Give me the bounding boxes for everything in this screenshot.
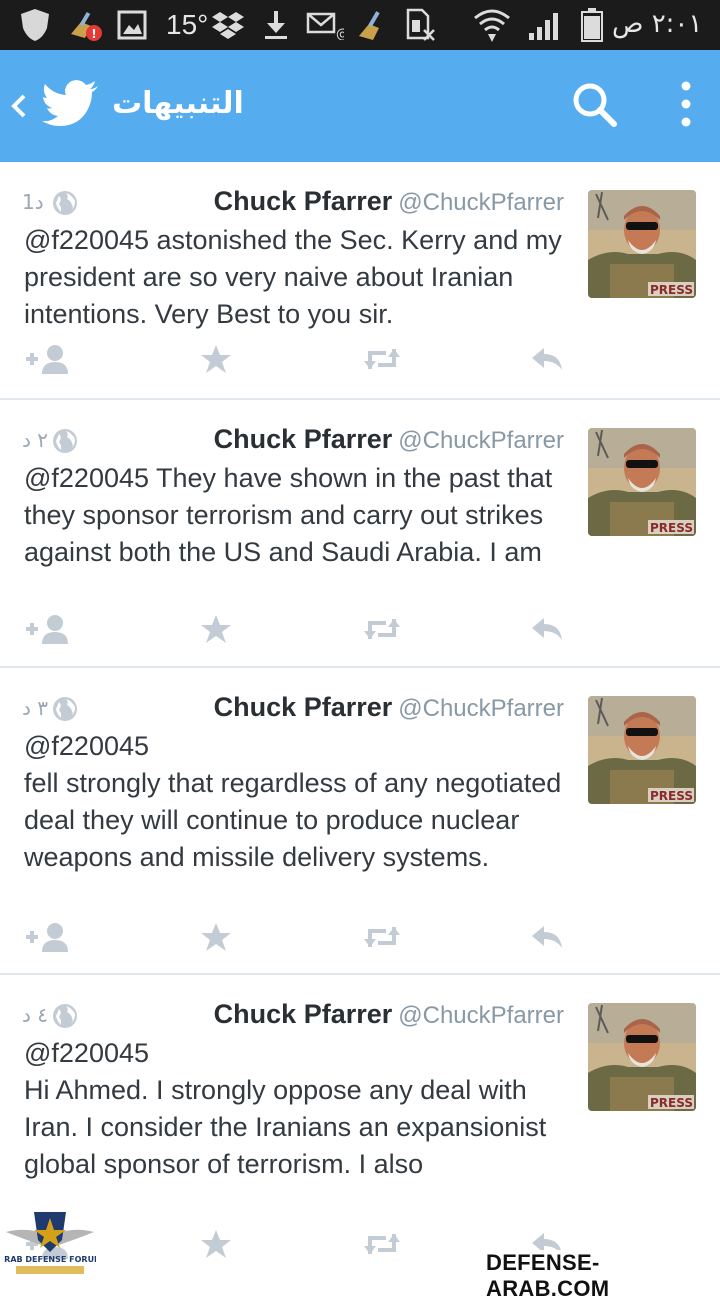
- reply-icon[interactable]: [530, 920, 564, 954]
- tweet-author[interactable]: Chuck Pfarrer @ChuckPfarrer: [214, 999, 564, 1030]
- tweet-item[interactable]: ٢ د Chuck Pfarrer @ChuckPfarrer @f220045 …: [0, 400, 720, 668]
- app-bar: التنبيهات: [0, 50, 720, 162]
- page-title: التنبيهات: [112, 86, 244, 121]
- tweet-text: @f220045 They have shown in the past tha…: [24, 463, 553, 567]
- favorite-star-icon[interactable]: [200, 342, 232, 376]
- chevron-left-icon[interactable]: [6, 88, 32, 124]
- tweet-author[interactable]: Chuck Pfarrer @ChuckPfarrer: [214, 424, 564, 455]
- tweet-timestamp: 1د: [22, 190, 44, 214]
- svg-text:PRESS: PRESS: [650, 1096, 693, 1110]
- retweet-icon[interactable]: [362, 342, 402, 376]
- tweet-item[interactable]: 1د Chuck Pfarrer @ChuckPfarrer @f220045 a…: [0, 162, 720, 400]
- globe-icon: [52, 190, 78, 216]
- follow-icon[interactable]: [24, 342, 70, 376]
- avatar[interactable]: PRESS: [588, 696, 696, 804]
- globe-icon: [52, 696, 78, 722]
- tweet-timestamp: ٢ د: [22, 428, 49, 452]
- favorite-star-icon[interactable]: [200, 920, 232, 954]
- retweet-icon[interactable]: [362, 920, 402, 954]
- battery-icon: [578, 8, 606, 42]
- tweet-text: @f220045 Hi Ahmed. I strongly oppose any…: [24, 1038, 547, 1179]
- author-handle[interactable]: @ChuckPfarrer: [398, 695, 564, 722]
- gallery-icon: [116, 8, 148, 42]
- dropbox-icon: [210, 8, 246, 42]
- tweet-author[interactable]: Chuck Pfarrer @ChuckPfarrer: [214, 186, 564, 217]
- avatar[interactable]: PRESS: [588, 428, 696, 536]
- favorite-star-icon[interactable]: [200, 612, 232, 646]
- search-icon[interactable]: [572, 82, 620, 130]
- svg-text:PRESS: PRESS: [650, 283, 693, 297]
- overflow-menu-icon[interactable]: [670, 80, 702, 130]
- clean-master-alert-icon: !: [66, 8, 104, 42]
- wifi-icon: [472, 8, 512, 42]
- author-name[interactable]: Chuck Pfarrer: [214, 999, 393, 1029]
- author-handle[interactable]: @ChuckPfarrer: [398, 1002, 564, 1029]
- tweet-text: @f220045 fell strongly that regardless o…: [24, 731, 562, 872]
- svg-text:PRESS: PRESS: [650, 521, 693, 535]
- tweet-timestamp: ٤ د: [22, 1003, 49, 1027]
- avatar[interactable]: PRESS: [588, 1003, 696, 1111]
- author-handle[interactable]: @ChuckPfarrer: [398, 427, 564, 454]
- globe-icon: [52, 428, 78, 454]
- tweet-item[interactable]: ٤ د Chuck Pfarrer @ChuckPfarrer @f220045 …: [0, 975, 720, 1280]
- favorite-star-icon[interactable]: [200, 1227, 232, 1261]
- temperature-indicator: 15°: [166, 9, 209, 40]
- tweet-actions: [0, 920, 720, 956]
- sim-missing-icon: [404, 8, 438, 42]
- svg-text:!: !: [91, 27, 96, 41]
- author-name[interactable]: Chuck Pfarrer: [214, 692, 393, 722]
- svg-text:@: @: [336, 27, 344, 40]
- follow-icon[interactable]: [24, 612, 70, 646]
- watermark-text: DEFENSE-ARAB.COM: [484, 1250, 720, 1302]
- tweet-actions: [0, 612, 720, 648]
- follow-icon[interactable]: [24, 920, 70, 954]
- avatar[interactable]: PRESS: [588, 190, 696, 298]
- svg-text:ARAB DEFENSE FORUM: ARAB DEFENSE FORUM: [4, 1255, 96, 1264]
- download-icon: [262, 8, 290, 42]
- clean-master-icon: [354, 8, 390, 42]
- shield-icon: [18, 8, 52, 42]
- globe-icon: [52, 1003, 78, 1029]
- reply-icon[interactable]: [530, 342, 564, 376]
- retweet-icon[interactable]: [362, 612, 402, 646]
- author-name[interactable]: Chuck Pfarrer: [214, 424, 393, 454]
- email-icon: @: [306, 8, 344, 42]
- reply-icon[interactable]: [530, 612, 564, 646]
- svg-text:PRESS: PRESS: [650, 789, 693, 803]
- tweet-text: @f220045 astonished the Sec. Kerry and m…: [24, 225, 562, 329]
- retweet-icon[interactable]: [362, 1227, 402, 1261]
- tweet-actions: [0, 342, 720, 378]
- status-bar: ! 15° @ ٢:٠١ ص: [0, 0, 720, 50]
- tweet-item[interactable]: ٣ د Chuck Pfarrer @ChuckPfarrer @f220045 …: [0, 668, 720, 975]
- author-handle[interactable]: @ChuckPfarrer: [398, 189, 564, 216]
- clock: ٢:٠١ ص: [612, 9, 703, 39]
- arab-defense-forum-logo: ARAB DEFENSE FORUM: [0, 1206, 102, 1278]
- author-name[interactable]: Chuck Pfarrer: [214, 186, 393, 216]
- signal-icon: [526, 8, 564, 42]
- tweet-timestamp: ٣ د: [22, 696, 49, 720]
- twitter-bird-icon[interactable]: [42, 80, 100, 130]
- tweet-author[interactable]: Chuck Pfarrer @ChuckPfarrer: [214, 692, 564, 723]
